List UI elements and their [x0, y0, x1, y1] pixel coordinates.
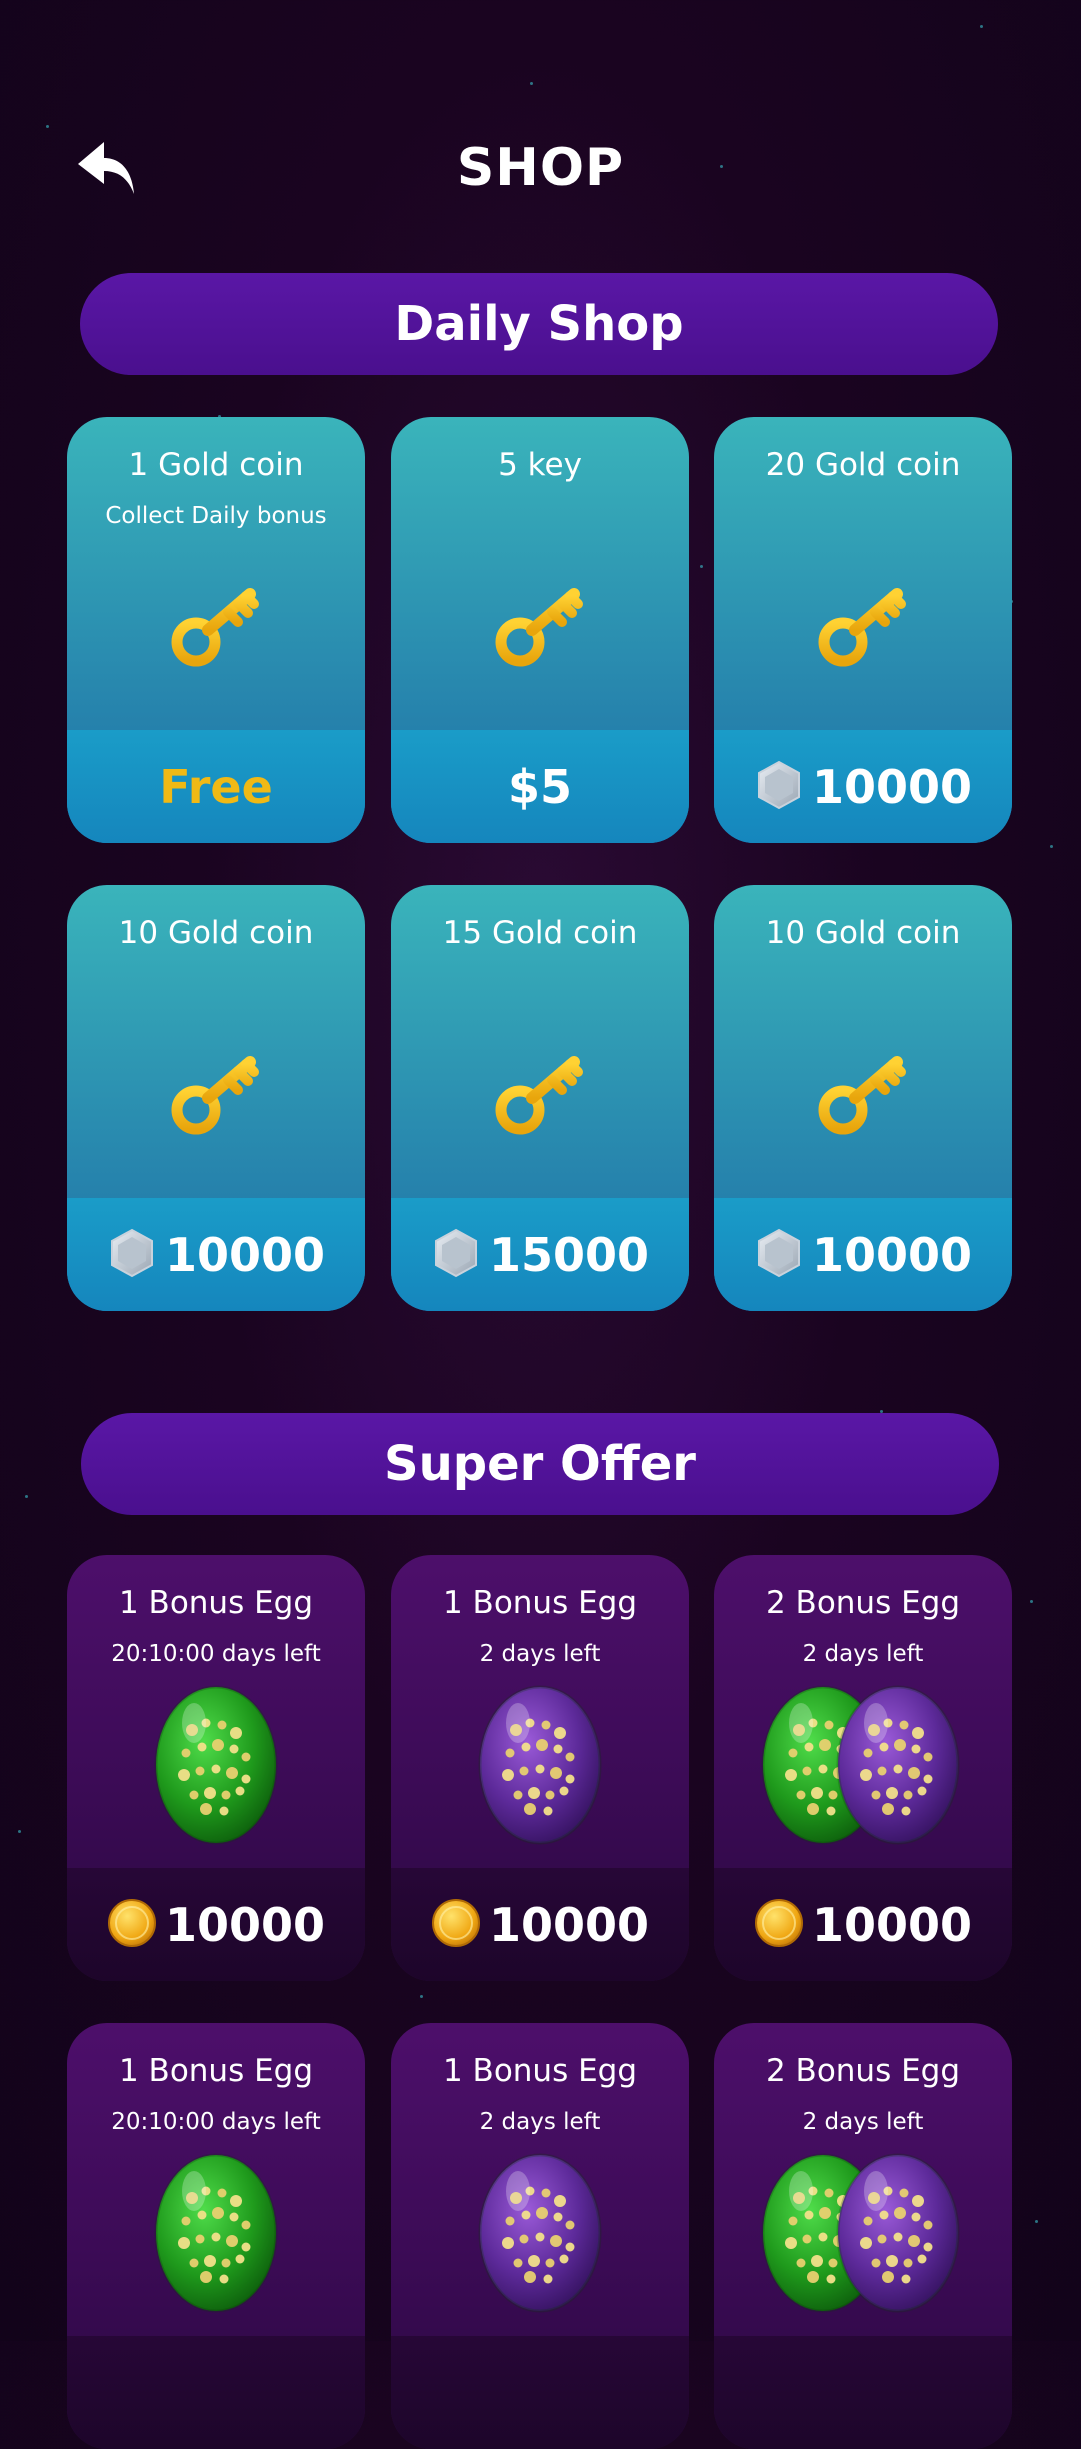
gold-coin-icon [754, 1898, 804, 1952]
page-title: SHOP [456, 138, 625, 198]
shop-item-card[interactable]: 10 Gold coin 10000 [714, 885, 1012, 1311]
xp-icon [107, 1228, 157, 1282]
item-subtitle: 2 days left [479, 1641, 601, 1667]
item-price: 10000 [811, 1897, 973, 1952]
purple-egg-icon [475, 2151, 605, 2320]
item-name: 1 Bonus Egg [118, 2053, 314, 2089]
gold-coin-icon [431, 1898, 481, 1952]
key-icon [490, 572, 590, 676]
item-subtitle: 20:10:00 days left [111, 1641, 321, 1667]
item-name: 1 Bonus Egg [118, 1585, 314, 1621]
xp-icon [431, 1228, 481, 1282]
item-name: 20 Gold coin [765, 447, 961, 483]
item-price: 10000 [811, 759, 973, 814]
item-name: 10 Gold coin [118, 915, 314, 951]
item-price: $5 [507, 759, 572, 814]
price-bar[interactable]: 10000 [714, 1868, 1012, 1981]
item-price: 10000 [164, 1227, 326, 1282]
price-bar[interactable] [391, 2336, 689, 2449]
super-offer-banner: Super Offer [81, 1413, 999, 1515]
price-bar[interactable] [714, 2336, 1012, 2449]
item-name: 2 Bonus Egg [765, 1585, 961, 1621]
offer-item-card[interactable]: 1 Bonus Egg 20:10:00 days left 10000 [67, 1555, 365, 1981]
green-egg-icon [151, 1683, 281, 1852]
shop-header: SHOP [0, 110, 1081, 220]
item-price: 10000 [811, 1227, 973, 1282]
two-eggs-icon [758, 2151, 968, 2320]
item-name: 15 Gold coin [442, 915, 638, 951]
item-subtitle: 20:10:00 days left [111, 2109, 321, 2135]
key-icon [813, 1040, 913, 1144]
green-egg-icon [151, 2151, 281, 2320]
item-price: 15000 [488, 1227, 650, 1282]
item-subtitle: 2 days left [802, 2109, 924, 2135]
purple-egg-icon [475, 1683, 605, 1852]
item-name: 1 Bonus Egg [442, 1585, 638, 1621]
price-bar[interactable]: 10000 [67, 1868, 365, 1981]
price-bar[interactable]: 10000 [714, 1198, 1012, 1311]
item-price: 10000 [164, 1897, 326, 1952]
offer-item-card[interactable]: 1 Bonus Egg 20:10:00 days left [67, 2023, 365, 2449]
offer-item-card[interactable]: 1 Bonus Egg 2 days left 10000 [391, 1555, 689, 1981]
offer-item-card[interactable]: 1 Bonus Egg 2 days left [391, 2023, 689, 2449]
item-name: 10 Gold coin [765, 915, 961, 951]
shop-item-card[interactable]: 5 key $5 [391, 417, 689, 843]
gold-coin-icon [107, 1898, 157, 1952]
daily-shop-banner: Daily Shop [80, 273, 998, 375]
key-icon [166, 1040, 266, 1144]
offer-item-card[interactable]: 2 Bonus Egg 2 days left 10000 [714, 1555, 1012, 1981]
xp-icon [754, 760, 804, 814]
key-icon [166, 572, 266, 676]
shop-item-card[interactable]: 20 Gold coin 10000 [714, 417, 1012, 843]
price-bar[interactable]: 15000 [391, 1198, 689, 1311]
price-bar[interactable]: 10000 [67, 1198, 365, 1311]
price-bar[interactable]: 10000 [714, 730, 1012, 843]
item-subtitle: 2 days left [479, 2109, 601, 2135]
key-icon [813, 572, 913, 676]
item-name: 2 Bonus Egg [765, 2053, 961, 2089]
two-eggs-icon [758, 1683, 968, 1852]
item-price: 10000 [488, 1897, 650, 1952]
price-bar[interactable] [67, 2336, 365, 2449]
price-bar[interactable]: $5 [391, 730, 689, 843]
offer-item-card[interactable]: 2 Bonus Egg 2 days left [714, 2023, 1012, 2449]
item-price: Free [159, 759, 273, 814]
key-icon [490, 1040, 590, 1144]
xp-icon [754, 1228, 804, 1282]
item-subtitle: Collect Daily bonus [105, 503, 327, 529]
item-name: 5 key [498, 447, 582, 483]
item-subtitle: 2 days left [802, 1641, 924, 1667]
shop-item-card[interactable]: 10 Gold coin 10000 [67, 885, 365, 1311]
shop-item-card[interactable]: 1 Gold coin Collect Daily bonus Free [67, 417, 365, 843]
price-bar[interactable]: 10000 [391, 1868, 689, 1981]
item-name: 1 Gold coin [128, 447, 304, 483]
shop-item-card[interactable]: 15 Gold coin 15000 [391, 885, 689, 1311]
price-bar[interactable]: Free [67, 730, 365, 843]
item-name: 1 Bonus Egg [442, 2053, 638, 2089]
